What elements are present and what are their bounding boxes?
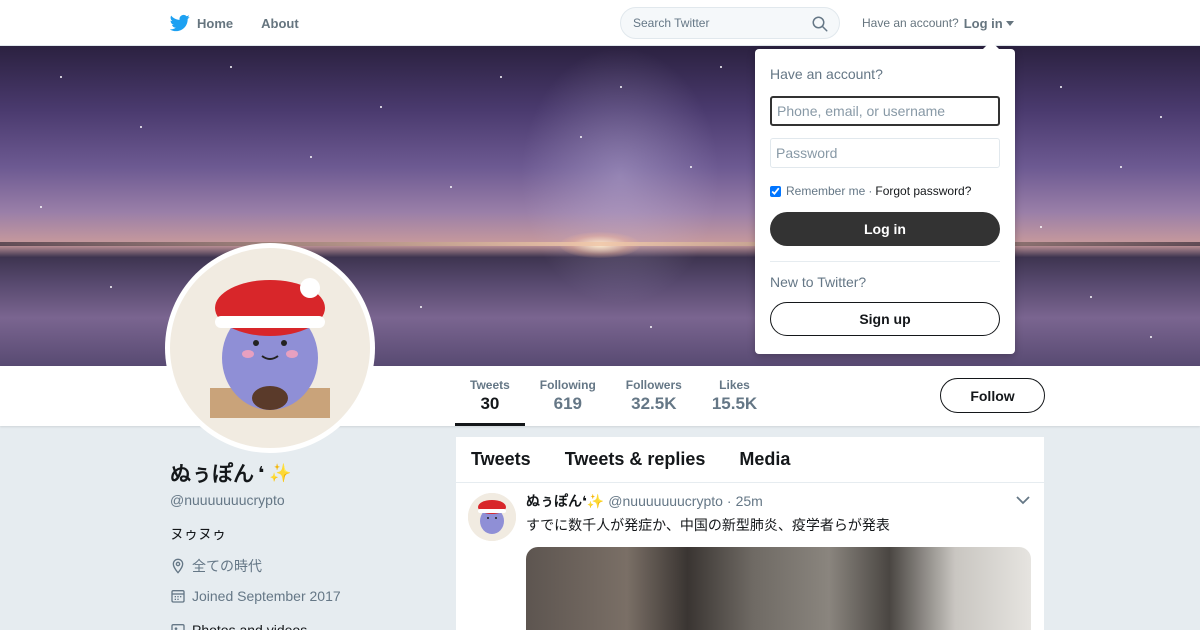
display-name-text: ぬぅぽん bbox=[170, 463, 254, 486]
new-to-twitter-text: New to Twitter? bbox=[770, 274, 867, 290]
search-icon[interactable] bbox=[811, 15, 829, 33]
search-input[interactable] bbox=[633, 16, 803, 30]
stat-tweets[interactable]: Tweets 30 bbox=[455, 366, 525, 426]
tweet-media-image[interactable] bbox=[526, 547, 1031, 630]
stat-followers[interactable]: Followers 32.5K bbox=[611, 366, 697, 426]
stat-label: Likes bbox=[719, 378, 750, 392]
login-dropdown-toggle[interactable]: Log in bbox=[964, 16, 1014, 31]
login-dropdown: Have an account? Remember me · Forgot pa… bbox=[755, 41, 1015, 354]
calendar-icon bbox=[171, 590, 185, 603]
tweet[interactable]: ぬぅぽん❛✨ @nuuuuuuucrypto · 25m すでに数千人が発症か、… bbox=[456, 483, 1044, 630]
profile-avatar[interactable] bbox=[165, 243, 375, 453]
nav-left: Home About bbox=[170, 0, 327, 46]
stat-value: 30 bbox=[480, 394, 500, 413]
timeline-tabs: Tweets Tweets & replies Media bbox=[456, 437, 1044, 483]
stat-value: 619 bbox=[553, 394, 582, 413]
search-box bbox=[620, 7, 840, 39]
stat-following[interactable]: Following 619 bbox=[525, 366, 611, 426]
stat-likes[interactable]: Likes 15.5K bbox=[697, 366, 772, 426]
forgot-password-link[interactable]: Forgot password? bbox=[875, 184, 971, 198]
photos-videos-link[interactable]: Photos and videos bbox=[170, 622, 430, 630]
tab-tweets-replies[interactable]: Tweets & replies bbox=[565, 449, 706, 470]
tweet-avatar-image bbox=[468, 493, 516, 541]
stat-label: Tweets bbox=[470, 378, 510, 392]
profile-bio: ヌゥヌゥ bbox=[170, 526, 226, 542]
avatar-image bbox=[170, 248, 370, 448]
profile-location: 全ての時代 bbox=[170, 556, 430, 576]
tweet-separator: · bbox=[726, 493, 732, 509]
image-icon bbox=[171, 624, 185, 630]
banner-horizon-glow bbox=[560, 232, 640, 258]
profile-handle[interactable]: @nuuuuuuucrypto bbox=[170, 492, 430, 508]
remember-me-checkbox[interactable] bbox=[770, 185, 781, 197]
username-field[interactable] bbox=[770, 96, 1000, 126]
tab-tweets[interactable]: Tweets bbox=[471, 449, 531, 470]
have-account-text: Have an account? bbox=[862, 16, 959, 30]
profile-sidebar: ぬぅぽん ❛ ✨ @nuuuuuuucrypto ヌゥヌゥ 全ての時代 Join… bbox=[170, 458, 430, 630]
nav-home-link[interactable]: Home bbox=[170, 13, 233, 33]
top-nav: Home About Have an account? Log in bbox=[0, 0, 1200, 46]
login-dropdown-title: Have an account? bbox=[770, 66, 883, 82]
tweet-header: ぬぅぽん❛✨ @nuuuuuuucrypto · 25m bbox=[526, 491, 1032, 511]
tweet-text: すでに数千人が発症か、中国の新型肺炎、疫学者らが発表 bbox=[526, 517, 890, 533]
stat-label: Followers bbox=[625, 378, 682, 392]
follow-button[interactable]: Follow bbox=[940, 378, 1045, 413]
timeline: Tweets Tweets & replies Media ぬぅぽん❛✨ @nu… bbox=[456, 437, 1044, 630]
remember-me-label[interactable]: Remember me bbox=[786, 184, 865, 198]
tab-media[interactable]: Media bbox=[739, 449, 790, 470]
account-area: Have an account? Log in bbox=[862, 0, 1014, 46]
nav-about-link[interactable]: About bbox=[261, 16, 299, 31]
stat-value: 32.5K bbox=[631, 394, 677, 413]
remember-row: Remember me · Forgot password? bbox=[770, 184, 1000, 198]
login-button[interactable]: Log in bbox=[770, 212, 1000, 246]
signup-button[interactable]: Sign up bbox=[770, 302, 1000, 336]
tweet-author-name[interactable]: ぬぅぽん❛✨ bbox=[526, 491, 604, 511]
profile-joined: Joined September 2017 bbox=[170, 588, 430, 604]
photos-videos-label: Photos and videos bbox=[192, 622, 308, 630]
tweet-author-handle[interactable]: @nuuuuuuucrypto bbox=[608, 493, 723, 509]
password-field[interactable] bbox=[770, 138, 1000, 168]
stat-value: 15.5K bbox=[711, 394, 758, 413]
caret-down-icon bbox=[1005, 20, 1014, 26]
display-name: ぬぅぽん ❛ ✨ bbox=[170, 458, 430, 488]
location-pin-icon bbox=[172, 558, 184, 574]
profile-stats: Tweets 30 Following 619 Followers 32.5K … bbox=[455, 366, 772, 426]
login-toggle-label: Log in bbox=[963, 15, 1003, 31]
nav-home-label: Home bbox=[197, 15, 234, 31]
tweet-avatar[interactable] bbox=[468, 493, 516, 541]
divider bbox=[770, 261, 1000, 262]
chevron-down-icon[interactable] bbox=[1016, 495, 1030, 505]
location-text: 全ての時代 bbox=[192, 558, 262, 574]
name-emoji: ❛ ✨ bbox=[258, 462, 292, 483]
remember-separator: · bbox=[868, 184, 873, 198]
joined-text: Joined September 2017 bbox=[192, 588, 341, 604]
tweet-timestamp[interactable]: 25m bbox=[736, 493, 763, 509]
twitter-bird-icon bbox=[170, 14, 190, 32]
stat-label: Following bbox=[539, 378, 596, 392]
